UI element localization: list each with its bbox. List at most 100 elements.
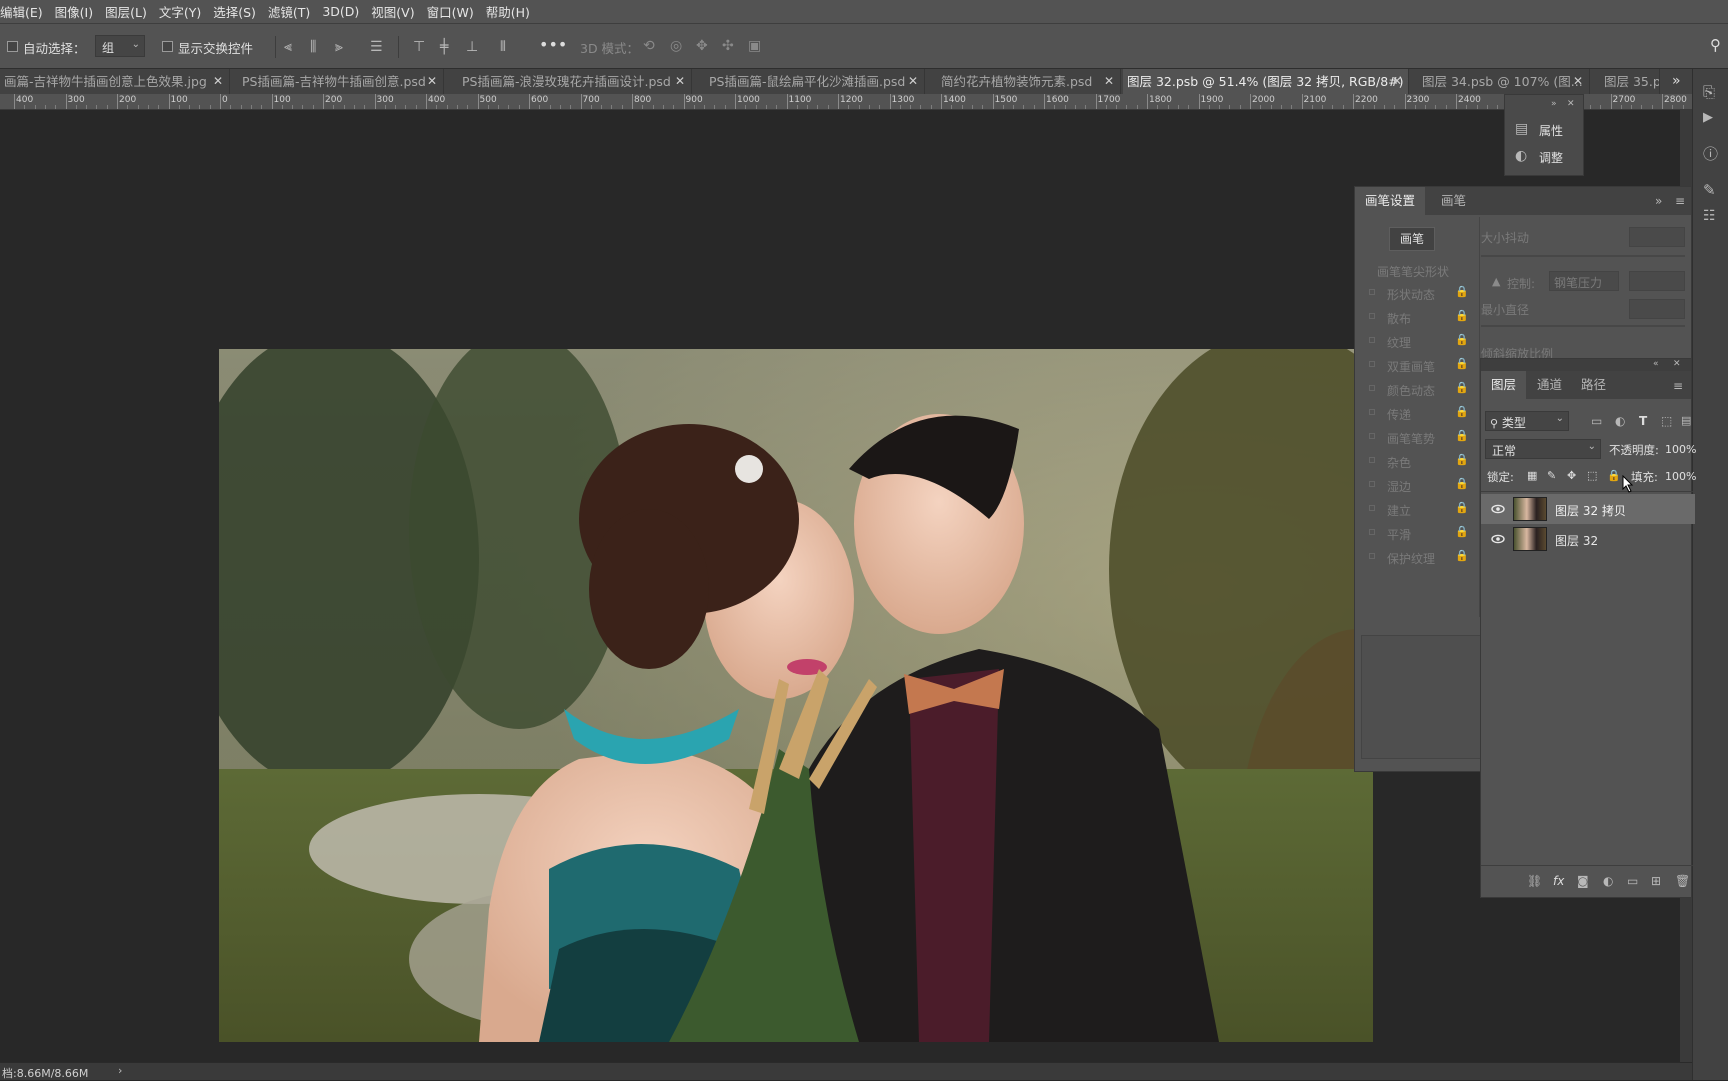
lock-icon[interactable]: 🔒 (1455, 525, 1469, 538)
tab-document[interactable]: 简约花卉植物装饰元素.psd ✕ (937, 69, 1121, 94)
control-value-box[interactable] (1629, 271, 1685, 291)
brush-option-checkbox[interactable] (1369, 457, 1375, 463)
play-actions-icon[interactable]: ▶ (1703, 111, 1713, 125)
brush-option-item[interactable]: 颜色动态 🔒 (1361, 379, 1473, 401)
lock-icon[interactable]: 🔒 (1455, 357, 1469, 370)
blend-mode-dropdown[interactable]: 正常 ⌄ (1485, 439, 1601, 459)
link-layers-icon[interactable]: ⛓ (1527, 874, 1542, 888)
min-diameter-slider[interactable] (1481, 325, 1685, 327)
tab-document[interactable]: 图层 34.psb @ 107% (图... ✕ (1418, 69, 1590, 94)
close-icon[interactable]: ✕ (675, 69, 685, 94)
adjust-sliders-icon[interactable]: ☷ (1703, 209, 1716, 223)
lock-icon[interactable]: 🔒 (1455, 477, 1469, 490)
search-icon[interactable]: ⚲ (1710, 38, 1721, 53)
document-image[interactable] (219, 349, 1373, 1042)
layer-name[interactable]: 图层 32 (1555, 532, 1598, 549)
collapse-icon[interactable]: « (1653, 357, 1659, 371)
brush-option-checkbox[interactable] (1369, 505, 1375, 511)
lock-icon[interactable]: 🔒 (1455, 309, 1469, 322)
min-diameter-value[interactable] (1629, 299, 1685, 319)
brush-option-checkbox[interactable] (1369, 289, 1375, 295)
tab-document[interactable]: 图层 35.p (1600, 69, 1660, 94)
brush-option-checkbox[interactable] (1369, 337, 1375, 343)
panel-menu-icon[interactable]: ≡ (1673, 379, 1683, 393)
tab-document[interactable]: 画篇-吉祥物牛插画创意上色效果.jpg ✕ (0, 69, 230, 94)
align-top-icon[interactable]: ⊤ (413, 40, 425, 54)
fill-input[interactable]: 100% (1665, 466, 1696, 486)
brush-option-checkbox[interactable] (1369, 313, 1375, 319)
menu-view[interactable]: 视图(V) (371, 2, 421, 21)
brush-option-item[interactable]: 湿边 🔒 (1361, 475, 1473, 497)
tab-channels[interactable]: 通道 (1527, 371, 1572, 399)
auto-select-checkbox[interactable] (7, 41, 18, 52)
brush-option-item[interactable]: 传递 🔒 (1361, 403, 1473, 425)
brush-settings-icon[interactable]: ✎ (1703, 183, 1716, 198)
chevron-right-icon[interactable]: › (118, 1064, 122, 1077)
tab-layers[interactable]: 图层 (1481, 371, 1527, 399)
collapse-icon[interactable]: » (1655, 194, 1662, 208)
layer-row-selected[interactable]: 图层 32 拷贝 (1481, 494, 1695, 524)
history-icon[interactable]: ⎘ (1703, 85, 1715, 100)
brush-tip-shape-label[interactable]: 画笔笔尖形状 (1377, 263, 1449, 280)
lock-all-icon[interactable]: 🔒 (1607, 469, 1621, 483)
lock-image-icon[interactable]: ✎ (1547, 469, 1556, 483)
slide-3d-icon[interactable]: ✣ (722, 39, 734, 53)
close-icon[interactable]: ✕ (908, 69, 918, 94)
brush-option-item[interactable]: 保护纹理 🔒 (1361, 547, 1473, 569)
align-left-icon[interactable]: ⫷ (284, 40, 292, 54)
brushes-button[interactable]: 画笔 (1389, 227, 1435, 251)
brush-option-checkbox[interactable] (1369, 433, 1375, 439)
auto-select-dropdown[interactable]: 组 ⌄ (95, 35, 145, 57)
close-icon[interactable]: ✕ (1392, 69, 1402, 94)
tab-brush-settings[interactable]: 画笔设置 (1355, 187, 1426, 215)
delete-layer-icon[interactable]: 🗑 (1675, 874, 1690, 888)
size-jitter-slider[interactable] (1481, 255, 1685, 257)
menu-layer[interactable]: 图层(L) (105, 2, 154, 21)
tab-document-active[interactable]: 图层 32.psb @ 51.4% (图层 32 拷贝, RGB/8#) * ✕ (1123, 69, 1409, 94)
pan-3d-icon[interactable]: ✥ (696, 39, 708, 53)
info-icon[interactable]: ⓘ (1703, 147, 1718, 162)
tab-document[interactable]: PS插画篇-浪漫玫瑰花卉插画设计.psd ✕ (458, 69, 692, 94)
roll-3d-icon[interactable]: ◎ (670, 39, 682, 53)
menu-help[interactable]: 帮助(H) (486, 2, 537, 21)
tab-document[interactable]: PS插画篇-鼠绘扁平化沙滩插画.psd ✕ (705, 69, 925, 94)
lock-icon[interactable]: 🔒 (1455, 285, 1469, 298)
eye-icon[interactable] (1491, 532, 1505, 546)
close-icon[interactable]: ✕ (1673, 357, 1681, 371)
layer-filter-dropdown[interactable]: ⚲ 类型 ⌄ (1485, 411, 1569, 431)
filter-shape-icon[interactable]: ⬚ (1661, 414, 1672, 428)
brush-option-checkbox[interactable] (1369, 409, 1375, 415)
lock-icon[interactable]: 🔒 (1455, 333, 1469, 346)
lock-icon[interactable]: 🔒 (1455, 501, 1469, 514)
panel-menu-icon[interactable]: ≡ (1675, 194, 1685, 208)
lock-icon[interactable]: 🔒 (1455, 405, 1469, 418)
tab-document[interactable]: PS插画篇-吉祥物牛插画创意.psd ✕ (238, 69, 444, 94)
lock-icon[interactable]: 🔒 (1455, 549, 1469, 562)
brush-option-item[interactable]: 散布 🔒 (1361, 307, 1473, 329)
brush-option-checkbox[interactable] (1369, 385, 1375, 391)
lock-icon[interactable]: 🔒 (1455, 381, 1469, 394)
new-layer-icon[interactable]: ⊞ (1651, 874, 1661, 888)
menu-filter[interactable]: 滤镜(T) (268, 2, 317, 21)
opacity-input[interactable]: 100% (1665, 439, 1696, 459)
new-group-icon[interactable]: ▭ (1627, 874, 1638, 888)
brush-option-checkbox[interactable] (1369, 529, 1375, 535)
lock-artboard-icon[interactable]: ⬚ (1587, 469, 1597, 483)
more-options-icon[interactable]: ••• (539, 37, 567, 53)
menu-image[interactable]: 图像(I) (55, 2, 100, 21)
tabs-overflow-icon[interactable]: » (1672, 74, 1681, 88)
distribute-vertical-icon[interactable]: ☰ (370, 40, 383, 54)
brush-option-item[interactable]: 杂色 🔒 (1361, 451, 1473, 473)
brush-option-item[interactable]: 双重画笔 🔒 (1361, 355, 1473, 377)
show-transform-checkbox[interactable] (162, 41, 173, 52)
brush-option-item[interactable]: 纹理 🔒 (1361, 331, 1473, 353)
adjustments-item[interactable]: ◐ 调整 (1515, 147, 1579, 169)
tab-brushes[interactable]: 画笔 (1431, 187, 1476, 215)
align-bottom-icon[interactable]: ⊥ (466, 40, 478, 54)
layer-name[interactable]: 图层 32 拷贝 (1555, 502, 1626, 519)
menu-edit[interactable]: 编辑(E) (0, 2, 50, 21)
close-icon[interactable]: ✕ (1104, 69, 1114, 94)
menu-select[interactable]: 选择(S) (213, 2, 263, 21)
brush-option-item[interactable]: 画笔笔势 🔒 (1361, 427, 1473, 449)
filter-adjustment-icon[interactable]: ◐ (1615, 414, 1625, 428)
